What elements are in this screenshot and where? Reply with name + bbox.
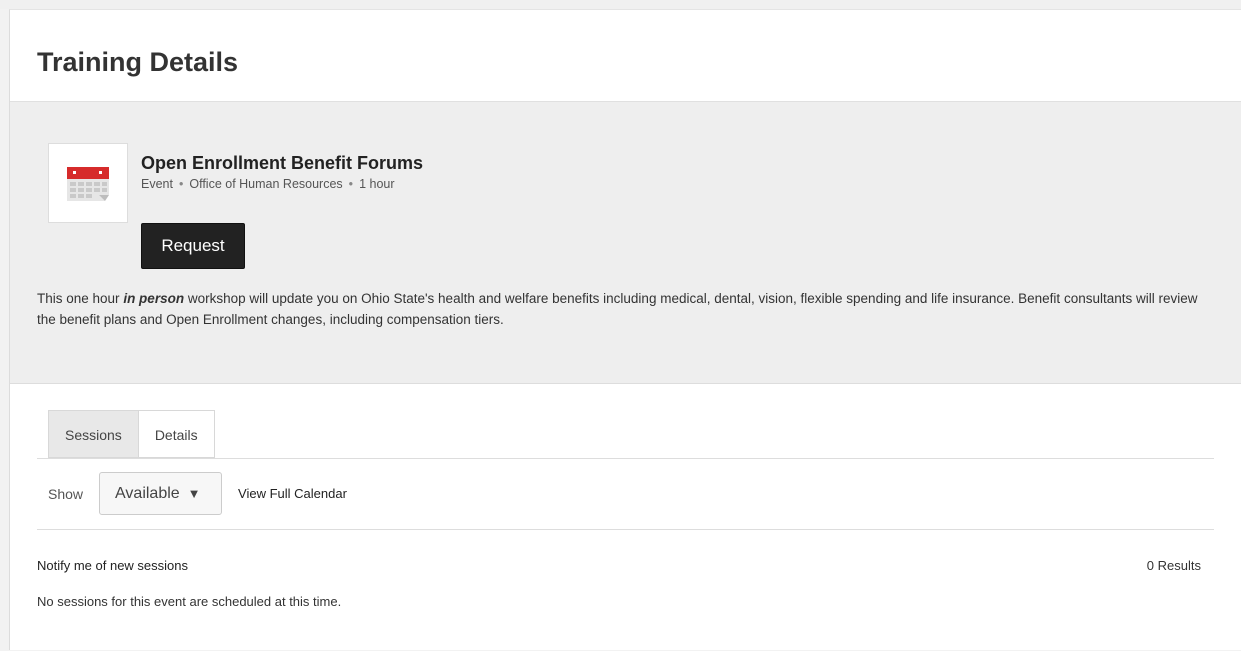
- filter-row: Show Available ▼ View Full Calendar: [48, 472, 347, 515]
- tab-sessions[interactable]: Sessions: [48, 410, 138, 458]
- page-title: Training Details: [37, 47, 239, 77]
- tab-divider: [37, 458, 1214, 459]
- page-header: Training Details: [10, 10, 1241, 102]
- event-thumbnail: [48, 143, 128, 223]
- sessions-area: Sessions Details Show Available ▼ View F…: [10, 384, 1241, 651]
- event-meta: Event • Office of Human Resources • 1 hour: [141, 176, 423, 192]
- no-sessions-message: No sessions for this event are scheduled…: [37, 594, 342, 609]
- tab-bar: Sessions Details: [48, 410, 215, 458]
- description-text-end: workshop will update you on Ohio State's…: [37, 291, 1198, 327]
- event-info: Open Enrollment Benefit Forums Event • Off…: [141, 152, 423, 192]
- event-summary: Open Enrollment Benefit Forums Event • Off…: [10, 102, 1241, 384]
- chevron-down-icon: ▼: [187, 486, 201, 501]
- availability-select[interactable]: Available ▼: [99, 472, 223, 515]
- event-provider: Office of Human Resources: [189, 177, 343, 191]
- availability-select-value: Available: [115, 484, 180, 502]
- results-count: 0 Results: [1146, 558, 1201, 573]
- tab-details[interactable]: Details: [137, 410, 215, 458]
- description-emphasis: in person: [123, 291, 185, 306]
- meta-separator: •: [348, 177, 354, 191]
- meta-separator: •: [178, 177, 184, 191]
- show-label: Show: [48, 485, 84, 502]
- filter-divider: [37, 529, 1214, 530]
- notify-new-sessions-link[interactable]: Notify me of new sessions: [37, 558, 188, 573]
- event-description: This one hour in person workshop will up…: [37, 288, 1217, 330]
- training-details-panel: Training Details Open Enrollment Benefit…: [9, 9, 1241, 650]
- description-text-start: This one hour: [37, 291, 124, 306]
- view-full-calendar-link[interactable]: View Full Calendar: [238, 486, 347, 501]
- request-button[interactable]: Request: [141, 223, 245, 269]
- calendar-icon: [67, 167, 109, 201]
- event-duration: 1 hour: [359, 177, 395, 191]
- event-type: Event: [141, 177, 173, 191]
- event-title: Open Enrollment Benefit Forums: [141, 153, 424, 173]
- top-strip: [0, 0, 1241, 9]
